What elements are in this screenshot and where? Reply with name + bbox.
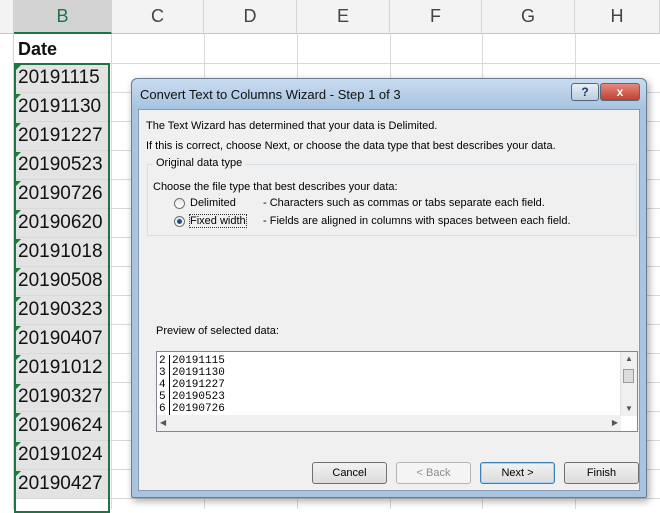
cell-date[interactable]: 20191018 — [14, 238, 110, 266]
option-delimited-desc: - Characters such as commas or tabs sepa… — [263, 197, 545, 209]
scroll-left-icon[interactable]: ◀ — [160, 418, 166, 427]
cell-date[interactable]: 20191130 — [14, 93, 110, 121]
preview-line-text: 20190523 — [172, 391, 225, 403]
cell-date[interactable]: 20190726 — [14, 180, 110, 208]
row-header-strip — [0, 34, 14, 509]
cell-date[interactable]: 20190523 — [14, 151, 110, 179]
scroll-up-icon[interactable]: ▲ — [625, 354, 633, 363]
column-header-d[interactable]: D — [204, 0, 297, 34]
cell-date[interactable]: 20190427 — [14, 470, 110, 498]
column-header-e[interactable]: E — [297, 0, 390, 34]
column-header-f[interactable]: F — [390, 0, 482, 34]
preview-vertical-scrollbar[interactable]: ▲ ▼ — [620, 352, 637, 416]
cell-date[interactable]: 20190508 — [14, 267, 110, 295]
preview-line-number: 4 — [159, 379, 170, 391]
radio-fixed-width[interactable] — [174, 216, 185, 227]
cell-date[interactable]: 20190407 — [14, 325, 110, 353]
cancel-button[interactable]: Cancel — [312, 462, 387, 484]
dialog-titlebar[interactable]: Convert Text to Columns Wizard - Step 1 … — [132, 79, 646, 109]
close-icon[interactable]: x — [600, 83, 640, 101]
preview-line: 6 20190726 — [159, 403, 225, 415]
finish-button[interactable]: Finish — [564, 462, 639, 484]
cell-date[interactable]: 20190327 — [14, 383, 110, 411]
cell-date[interactable]: 20191012 — [14, 354, 110, 382]
preview-line-text: 20191227 — [172, 379, 225, 391]
text-to-columns-dialog: Convert Text to Columns Wizard - Step 1 … — [131, 78, 647, 498]
preview-line: 3 20191130 — [159, 367, 225, 379]
cell-date[interactable]: 20191024 — [14, 441, 110, 469]
preview-horizontal-scrollbar[interactable]: ◀ ▶ — [157, 415, 621, 431]
option-fixed-width-desc: - Fields are aligned in columns with spa… — [263, 215, 571, 227]
row-header-corner — [0, 0, 14, 34]
intro-text-2: If this is correct, choose Next, or choo… — [146, 140, 556, 152]
preview-line-text: 20191115 — [172, 355, 225, 367]
column-header-b[interactable]: B — [14, 0, 112, 34]
scroll-thumb[interactable] — [623, 369, 634, 383]
preview-line-number: 2 — [159, 355, 170, 367]
data-preview[interactable]: 2 20191115 3 20191130 4 20191227 5 20190523 … — [156, 351, 638, 432]
column-header-g[interactable]: G — [482, 0, 575, 34]
choose-label: Choose the file type that best describes… — [153, 181, 398, 193]
option-fixed-width-label[interactable]: Fixed width — [189, 214, 247, 228]
next-button[interactable]: Next > — [480, 462, 555, 484]
preview-line: 5 20190523 — [159, 391, 225, 403]
column-header-c[interactable]: C — [112, 0, 204, 34]
cell-date[interactable]: 20190624 — [14, 412, 110, 440]
cell-date[interactable]: 20191227 — [14, 122, 110, 150]
preview-line-text: 20191130 — [172, 367, 225, 379]
group-title: Original data type — [153, 157, 246, 169]
back-button[interactable]: < Back — [396, 462, 471, 484]
cell-date[interactable]: 20190620 — [14, 209, 110, 237]
dialog-body: The Text Wizard has determined that your… — [138, 109, 640, 491]
radio-delimited[interactable] — [174, 198, 185, 209]
preview-line-number: 5 — [159, 391, 170, 403]
preview-line: 2 20191115 — [159, 355, 225, 367]
option-delimited-label[interactable]: Delimited — [190, 197, 236, 209]
column-header-h[interactable]: H — [575, 0, 660, 34]
preview-line-text: 20190726 — [172, 403, 225, 415]
preview-line: 4 20191227 — [159, 379, 225, 391]
preview-line-number: 3 — [159, 367, 170, 379]
help-icon[interactable]: ? — [571, 83, 599, 101]
preview-label: Preview of selected data: — [156, 325, 279, 337]
scroll-down-icon[interactable]: ▼ — [625, 404, 633, 413]
cell-b1-header[interactable]: Date — [14, 35, 110, 63]
cell-date[interactable]: 20190323 — [14, 296, 110, 324]
dialog-title: Convert Text to Columns Wizard - Step 1 … — [140, 86, 401, 102]
preview-line-number: 6 — [159, 403, 170, 415]
cell-date[interactable]: 20191115 — [14, 64, 110, 92]
scroll-right-icon[interactable]: ▶ — [612, 418, 618, 427]
intro-text-1: The Text Wizard has determined that your… — [146, 120, 438, 132]
